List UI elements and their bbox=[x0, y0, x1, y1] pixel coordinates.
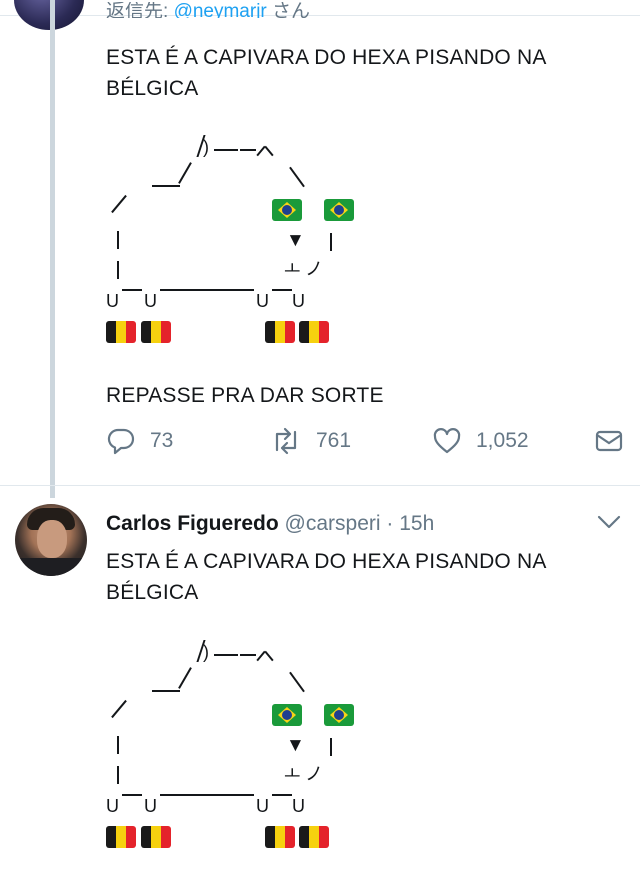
brazil-flag-icon bbox=[324, 704, 354, 726]
art-stroke bbox=[111, 699, 127, 719]
foot-glyph: U bbox=[292, 291, 305, 311]
art-stroke bbox=[178, 667, 192, 689]
foot-glyph: U bbox=[144, 291, 157, 311]
art-stroke bbox=[117, 231, 119, 249]
direct-message-button[interactable] bbox=[594, 426, 624, 456]
art-stroke bbox=[330, 738, 332, 756]
tweet-text-line: ESTA É A CAPIVARA DO HEXA PISANDO NA bbox=[106, 550, 547, 573]
tweet-text-line: ESTA É A CAPIVARA DO HEXA PISANDO NA bbox=[106, 46, 547, 69]
belgium-flag-icon bbox=[106, 826, 136, 848]
like-button[interactable]: 1,052 bbox=[432, 426, 529, 456]
foot-glyph: U bbox=[256, 291, 269, 311]
belgium-flag-icon bbox=[265, 321, 295, 343]
tweet-footer-text: REPASSE PRA DAR SORTE bbox=[106, 384, 384, 407]
belgium-flag-icon bbox=[106, 321, 136, 343]
art-stroke bbox=[160, 289, 254, 291]
belgium-flag-icon bbox=[141, 826, 171, 848]
art-paren: ) bbox=[203, 137, 209, 157]
art-stroke bbox=[214, 654, 238, 656]
chevron-down-icon[interactable] bbox=[596, 512, 622, 537]
foot-glyph: U bbox=[292, 796, 305, 816]
envelope-icon bbox=[594, 426, 624, 456]
tail-glyph: ノ bbox=[305, 259, 323, 279]
art-stroke bbox=[152, 185, 180, 187]
art-stroke bbox=[240, 654, 256, 656]
retweet-icon bbox=[270, 426, 302, 456]
tweet-text-line: BÉLGICA bbox=[106, 581, 199, 604]
belgium-flag-icon bbox=[141, 321, 171, 343]
tweet-time[interactable]: 15h bbox=[399, 512, 434, 535]
author-name[interactable]: Carlos Figueredo bbox=[106, 512, 279, 535]
foot-glyph: U bbox=[106, 796, 119, 816]
brazil-flag-icon bbox=[272, 199, 302, 221]
art-stroke bbox=[117, 766, 119, 784]
reply-count: 73 bbox=[150, 429, 174, 452]
foot-glyph: U bbox=[256, 796, 269, 816]
foot-glyph: U bbox=[144, 796, 157, 816]
art-stroke bbox=[152, 690, 180, 692]
reply-suffix: さん bbox=[272, 2, 311, 18]
art-stroke bbox=[117, 261, 119, 279]
art-stroke bbox=[122, 289, 142, 291]
mouth-glyph: ㅗ bbox=[284, 764, 301, 784]
avatar[interactable] bbox=[15, 504, 87, 576]
nose-glyph: ▼ bbox=[286, 230, 305, 251]
replying-to: 返信先: @neymarjr さん bbox=[106, 2, 310, 18]
art-stroke bbox=[117, 736, 119, 754]
art-stroke bbox=[289, 166, 305, 188]
brazil-flag-icon bbox=[324, 199, 354, 221]
art-stroke bbox=[264, 650, 274, 662]
tweet-text-line: BÉLGICA bbox=[106, 77, 199, 100]
art-stroke bbox=[111, 194, 127, 214]
retweet-button[interactable]: 761 bbox=[270, 426, 351, 456]
author-handle[interactable]: @carsperi bbox=[285, 512, 381, 535]
tweet-text: ESTA É A CAPIVARA DO HEXA PISANDO NA BÉL… bbox=[106, 546, 626, 608]
belgium-flag-icon bbox=[265, 826, 295, 848]
like-count: 1,052 bbox=[476, 429, 529, 452]
reply-icon bbox=[106, 426, 136, 456]
top-divider bbox=[0, 15, 640, 16]
tweet-header: Carlos Figueredo @carsperi · 15h bbox=[106, 510, 434, 538]
heart-icon bbox=[432, 426, 462, 456]
tweet-text: ESTA É A CAPIVARA DO HEXA PISANDO NA BÉL… bbox=[106, 42, 626, 104]
brazil-flag-icon bbox=[272, 704, 302, 726]
mouth-glyph: ㅗ bbox=[284, 259, 301, 279]
avatar[interactable] bbox=[14, 0, 84, 30]
art-stroke bbox=[264, 145, 274, 157]
tail-glyph: ノ bbox=[305, 764, 323, 784]
belgium-flag-icon bbox=[299, 321, 329, 343]
art-stroke bbox=[214, 149, 238, 151]
capybara-art: ) ▼ ㅗ ノ U U U U bbox=[0, 135, 640, 365]
tweet-divider bbox=[0, 485, 640, 486]
retweet-count: 761 bbox=[316, 429, 352, 452]
belgium-flag-icon bbox=[299, 826, 329, 848]
art-stroke bbox=[178, 162, 192, 184]
reply-handle-link[interactable]: @neymarjr bbox=[174, 2, 267, 18]
reply-prefix: 返信先: bbox=[106, 2, 169, 18]
foot-glyph: U bbox=[106, 291, 119, 311]
art-stroke bbox=[160, 794, 254, 796]
art-paren: ) bbox=[203, 642, 209, 662]
capybara-art: ) ▼ ㅗ ノ U U U U bbox=[0, 640, 640, 870]
art-stroke bbox=[240, 149, 256, 151]
art-stroke bbox=[330, 233, 332, 251]
nose-glyph: ▼ bbox=[286, 735, 305, 756]
separator: · bbox=[386, 512, 394, 535]
art-stroke bbox=[272, 289, 292, 291]
art-stroke bbox=[289, 671, 305, 693]
art-stroke bbox=[122, 794, 142, 796]
art-stroke bbox=[272, 794, 292, 796]
reply-button[interactable]: 73 bbox=[106, 426, 173, 456]
